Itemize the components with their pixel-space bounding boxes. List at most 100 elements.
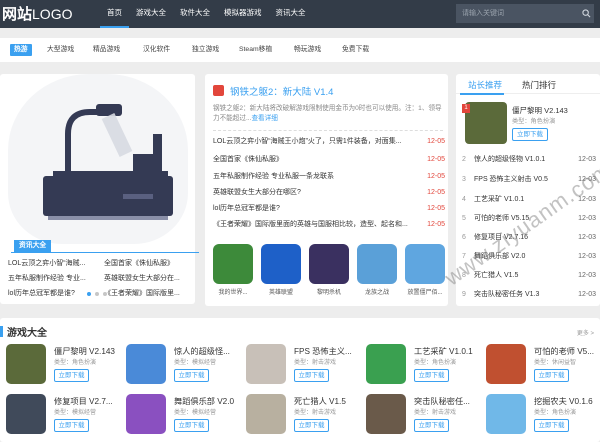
game-type: 类型：角色扮演: [414, 360, 457, 366]
game-card[interactable]: 工艺采矿 V1.0.1 类型：角色扮演立即下载: [366, 344, 484, 388]
rank-number: 5: [462, 215, 466, 222]
news-list-item-title: 五年私服制作经验 专业私服一条龙联系: [213, 173, 334, 180]
download-button[interactable]: 立即下载: [414, 419, 449, 432]
main-nav: 首页 游戏大全 软件大全 模拟器游戏 资讯大全: [100, 0, 313, 28]
featured-news-title[interactable]: 钢铁之躯2：新大陆 V1.4: [230, 84, 333, 98]
news-list-item[interactable]: 英雄联盟女生大部分在哪区? 12-05: [213, 187, 445, 199]
download-button[interactable]: 立即下载: [294, 419, 329, 432]
news-summary-item[interactable]: lol历年总冠军都是谁?: [8, 288, 75, 298]
game-card[interactable]: 死亡猎人 V1.5 类型：射击游戏 立即下载: [246, 394, 364, 438]
featured-game-card[interactable]: 黎明杀机: [309, 244, 349, 296]
search-input[interactable]: [456, 4, 594, 23]
section-marker: [0, 326, 3, 337]
site-logo[interactable]: 网站LOGO: [2, 3, 72, 25]
news-list-item-date: 12-05: [427, 221, 445, 228]
game-type: 类型：射击游戏: [294, 360, 337, 366]
game-card[interactable]: 修复项目 V2.7... 类型：模拟经营 立即下载: [6, 394, 124, 438]
download-button[interactable]: 立即下载: [54, 419, 89, 432]
game-thumbnail: [6, 344, 46, 384]
download-button[interactable]: 立即下载: [174, 369, 209, 382]
ranking-top-item[interactable]: 1 僵尸黎明 V2.143 类型：角色扮演 立即下载: [462, 102, 600, 150]
news-list-item-date: 12-05: [427, 205, 445, 212]
rank-title: 惊人的超级怪物 V1.0.1: [474, 156, 546, 163]
featured-news-panel: 钢铁之躯2：新大陆 V1.4 钢铁之躯2：新大陆将改破解游戏限制使用金币为0时也…: [205, 74, 448, 306]
game-thumbnail: [246, 394, 286, 434]
featured-game-icon: [213, 85, 224, 96]
game-card[interactable]: 舞蹈俱乐部 V2.0 类型：模拟经营 立即下载: [126, 394, 244, 438]
news-list-item[interactable]: lol历年总冠军都是谁? 12-05: [213, 203, 445, 215]
featured-game-card[interactable]: 放置僵尸佰...: [405, 244, 445, 296]
news-summary-item[interactable]: 《王者荣耀》国际版里...: [104, 288, 180, 298]
category-featured-games[interactable]: 精品游戏: [93, 44, 120, 56]
download-button[interactable]: 立即下载: [534, 369, 569, 382]
ranking-list-item[interactable]: 9 突击队秘密任务 V1.3 12-03: [462, 289, 596, 301]
news-summary-divider: [11, 252, 199, 253]
news-list-item-title: 《王者荣耀》国际版里面的英雄与国服相比较，造型、起名和...: [213, 221, 408, 228]
category-large-games[interactable]: 大型游戏: [47, 44, 74, 56]
nav-software[interactable]: 软件大全: [173, 0, 217, 28]
category-play-games[interactable]: 畅玩游戏: [294, 44, 321, 56]
featured-game-name: 黎明杀机: [316, 290, 341, 296]
category-steam-ports[interactable]: Steam移植: [239, 44, 272, 56]
game-card[interactable]: FPS 恐怖主义... 类型：射击游戏 立即下载: [246, 344, 364, 388]
featured-game-card[interactable]: 我的世界...: [213, 244, 253, 296]
featured-game-card[interactable]: 龙族之战: [357, 244, 397, 296]
game-type: 类型：模拟经营: [54, 410, 97, 416]
download-button[interactable]: 立即下载: [414, 369, 449, 382]
game-thumbnail: [6, 394, 46, 434]
featured-game-name: 我的世界...: [218, 290, 248, 296]
games-section-title: 游戏大全: [7, 328, 47, 339]
news-summary-item[interactable]: 英雄联盟女生大部分在...: [104, 273, 180, 283]
game-card[interactable]: 可怕的老师 V5... 类型：休闲益智 立即下载: [486, 344, 600, 388]
category-free-download[interactable]: 免费下载: [342, 44, 369, 56]
news-list-item-date: 12-05: [427, 138, 445, 145]
rank-date: 12-03: [578, 215, 596, 222]
news-list-item[interactable]: 五年私服制作经验 专业私服一条龙联系 12-05: [213, 171, 445, 183]
nav-emulator-games[interactable]: 模拟器游戏: [217, 0, 269, 28]
rank-date: 12-03: [578, 272, 596, 279]
rank-number: 2: [462, 156, 466, 163]
download-button[interactable]: 立即下载: [174, 419, 209, 432]
game-card[interactable]: 僵尸黎明 V2.143 类型：角色扮演 立即下载: [6, 344, 124, 388]
game-thumbnail: [126, 394, 166, 434]
game-name: 工艺采矿 V1.0.1: [414, 347, 473, 356]
ranking-list-item[interactable]: 2 惊人的超级怪物 V1.0.1 12-03: [462, 154, 596, 166]
game-thumbnail: [366, 344, 406, 384]
news-list-item[interactable]: 全国首家《侏仙私服》 12-05: [213, 154, 445, 166]
featured-game-card[interactable]: 英雄联盟: [261, 244, 301, 296]
nav-games[interactable]: 游戏大全: [129, 0, 173, 28]
nav-news[interactable]: 资讯大全: [269, 0, 313, 28]
search-icon[interactable]: [582, 9, 591, 18]
tab-hot-ranking[interactable]: 热门排行: [522, 79, 556, 91]
category-hot[interactable]: 热游: [10, 44, 32, 56]
news-summary-item[interactable]: LOL云顶之弈小智“海贼...: [8, 258, 85, 268]
news-summary-item[interactable]: 五年私服制作经验 专业...: [8, 273, 86, 283]
category-localized-software[interactable]: 汉化软件: [143, 44, 170, 56]
game-card[interactable]: 突击队秘密任... 类型：射击游戏 立即下载: [366, 394, 484, 438]
download-button[interactable]: 立即下载: [54, 369, 89, 382]
download-button[interactable]: 立即下载: [534, 419, 569, 432]
game-type: 类型：模拟经营: [174, 410, 217, 416]
news-divider: [213, 130, 443, 131]
news-list-item-date: 12-05: [427, 189, 445, 196]
news-list-item[interactable]: 《王者荣耀》国际版里面的英雄与国服相比较，造型、起名和... 12-05: [213, 219, 445, 231]
download-button[interactable]: 立即下载: [512, 128, 548, 141]
tab-recommended[interactable]: 站长推荐: [468, 79, 502, 91]
news-summary-item[interactable]: 全国首家《侏仙私服》: [104, 258, 174, 268]
game-name: 死亡猎人 V1.5: [294, 397, 346, 406]
game-card[interactable]: 惊人的超级怪... 类型：模拟经营 立即下载: [126, 344, 244, 388]
rank-number: 9: [462, 291, 466, 298]
game-card[interactable]: 挖掘农夫 V0.1.6 类型：角色扮演 立即下载: [486, 394, 600, 438]
news-list-item[interactable]: LOL云顶之弈小智“海贼王小炮”火了，只需1件装备，对面集... 12-05: [213, 136, 445, 148]
category-bar: 热游 大型游戏 精品游戏 汉化软件 独立游戏 Steam移植 畅玩游戏 免费下载: [0, 38, 600, 62]
top-navbar: 网站LOGO 首页 游戏大全 软件大全 模拟器游戏 资讯大全: [0, 0, 600, 28]
download-button[interactable]: 立即下载: [294, 369, 329, 382]
nav-home[interactable]: 首页: [100, 0, 129, 28]
banner-image[interactable]: [8, 74, 188, 244]
featured-news-more-link[interactable]: 查看详细: [251, 115, 277, 122]
news-list-item-title: 全国首家《侏仙私服》: [213, 156, 283, 163]
category-indie-games[interactable]: 独立游戏: [192, 44, 219, 56]
rank-number-badge: 1: [462, 104, 470, 113]
game-thumbnail: [357, 244, 397, 284]
more-link[interactable]: 更多 >: [577, 328, 594, 337]
